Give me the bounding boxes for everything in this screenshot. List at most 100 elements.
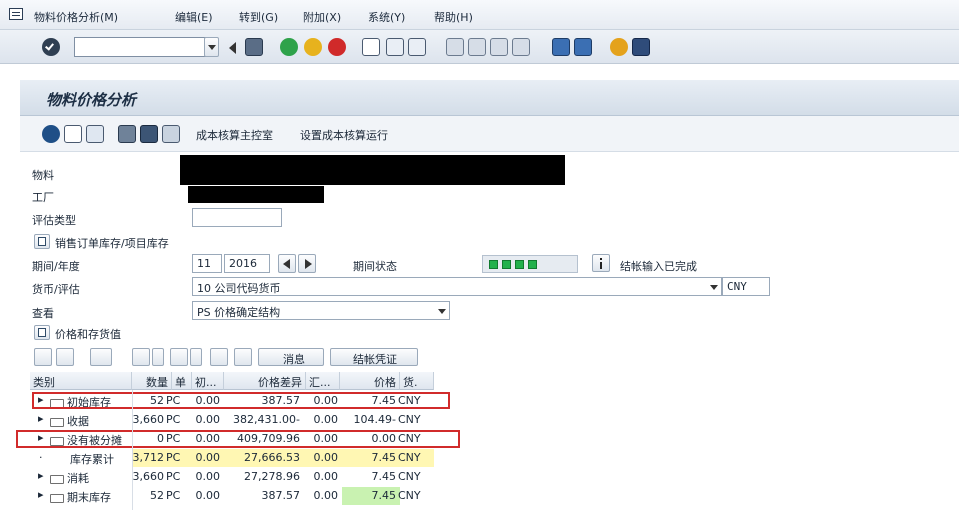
filter-up-icon[interactable] (56, 348, 74, 366)
table-icon[interactable] (140, 125, 158, 143)
grid-layout-icon[interactable] (170, 348, 188, 366)
costing-cockpit-link[interactable]: 成本核算主控室 (196, 127, 273, 143)
currency-dropdown-icon[interactable] (710, 285, 718, 290)
col-header-price-diff[interactable]: 价格差异 (224, 372, 306, 390)
price-inventory-label[interactable]: 价格和存货值 (55, 326, 121, 342)
view-field[interactable]: PS 价格确定结构 (192, 301, 450, 320)
menu-item-goto[interactable]: 转到(G) (239, 9, 278, 25)
save-icon[interactable] (245, 38, 263, 56)
row-init: 0.00 (195, 451, 221, 464)
previous-period-button[interactable] (278, 254, 296, 273)
set-costing-run-link[interactable]: 设置成本核算运行 (300, 127, 388, 143)
command-field[interactable] (74, 37, 206, 57)
back-icon[interactable] (280, 38, 298, 56)
check-icon[interactable] (42, 38, 60, 56)
highlight-box-opening-stock (32, 392, 450, 409)
col-header-category[interactable]: 类别 (30, 372, 132, 390)
row-price-diff: 382,431.00- (233, 413, 300, 426)
currency-field[interactable]: 10 公司代码货币 (192, 277, 722, 296)
menu-item-extras[interactable]: 附加(X) (303, 9, 341, 25)
row-qty: 3,660 (132, 470, 165, 483)
expand-icon[interactable]: ▸ (38, 488, 44, 501)
menu-item-edit[interactable]: 编辑(E) (175, 9, 213, 25)
print-icon[interactable] (362, 38, 380, 56)
table-row[interactable]: ▸ 消耗 3,660 PC 0.00 27,278.96 0.00 7.45 C… (30, 468, 450, 486)
display-icon[interactable] (42, 125, 60, 143)
grid-print-icon[interactable] (132, 348, 150, 366)
row-unit: PC (166, 413, 181, 426)
folder-row: 消耗 (50, 470, 89, 486)
highlight-box-not-allocated (16, 430, 460, 448)
row-unit: PC (166, 470, 181, 483)
price-inventory-toggle-icon[interactable] (34, 325, 50, 340)
standard-toolbar (0, 30, 959, 64)
col-header-exch[interactable]: 汇... (306, 372, 340, 390)
row-price-diff: 387.57 (261, 489, 301, 502)
next-page-icon[interactable] (490, 38, 508, 56)
col-header-init[interactable]: 初... (192, 372, 224, 390)
find-icon[interactable] (386, 38, 404, 56)
grid-export-icon[interactable] (152, 348, 164, 366)
hierarchy-icon[interactable] (86, 125, 104, 143)
sales-order-label[interactable]: 销售订单库存/项目库存 (55, 235, 169, 251)
audio-icon[interactable] (162, 125, 180, 143)
row-price: 104.49- (353, 413, 396, 426)
menu-item-system[interactable]: 系统(Y) (368, 9, 405, 25)
col-header-currency[interactable]: 货. (400, 372, 434, 390)
table-row[interactable]: ▸ 期末库存 52 PC 0.00 387.57 0.00 7.45 CNY (30, 487, 450, 505)
col-header-price[interactable]: 价格 (340, 372, 400, 390)
menu-bar: 物料价格分析(M) 编辑(E) 转到(G) 附加(X) 系统(Y) 帮助(H) (0, 0, 959, 30)
grid-vertical-separator (132, 390, 133, 510)
expand-icon[interactable]: ▸ (38, 412, 44, 425)
row-exch: 0.00 (313, 413, 339, 426)
grid-hierarchy-icon[interactable] (234, 348, 252, 366)
year-field[interactable]: 2016 (224, 254, 270, 273)
shortcut-icon[interactable] (574, 38, 592, 56)
application-toolbar: 成本核算主控室 设置成本核算运行 (20, 116, 959, 152)
info-button[interactable] (592, 254, 610, 272)
currency-code-field: CNY (722, 277, 770, 296)
exit-icon[interactable] (304, 38, 322, 56)
next-period-button[interactable] (298, 254, 316, 273)
table-row[interactable]: ▸ 收据 3,660 PC 0.00 382,431.00- 0.00 104.… (30, 411, 450, 429)
page-title: 物料价格分析 (46, 91, 137, 109)
overview-icon[interactable] (64, 125, 82, 143)
row-price-diff: 27,278.96 (244, 470, 300, 483)
window-menu-icon[interactable] (9, 8, 23, 20)
closing-voucher-button[interactable]: 结帐凭证 (330, 348, 418, 366)
view-dropdown-icon[interactable] (438, 309, 446, 314)
document-icon[interactable] (118, 125, 136, 143)
col-header-qty[interactable]: 数量 (132, 372, 172, 390)
material-value-redacted (180, 155, 565, 185)
col-header-unit[interactable]: 单 (172, 372, 192, 390)
sales-order-toggle-icon[interactable] (34, 234, 50, 249)
row-unit: PC (166, 489, 181, 502)
row-category: 期末库存 (67, 491, 111, 504)
row-price: 7.45 (371, 470, 397, 483)
layout-menu-icon[interactable] (632, 38, 650, 56)
menu-item-material-price-analysis[interactable]: 物料价格分析(M) (34, 9, 118, 25)
row-price-diff: 27,666.53 (244, 451, 300, 464)
menu-item-help[interactable]: 帮助(H) (434, 9, 473, 25)
row-bullet: · (39, 451, 43, 464)
row-price: 7.45 (371, 489, 397, 502)
help-icon[interactable] (610, 38, 628, 56)
filter-down-icon[interactable] (34, 348, 52, 366)
cancel-icon[interactable] (328, 38, 346, 56)
expand-icon[interactable]: ▸ (38, 469, 44, 482)
grid-layout-dropdown-icon[interactable] (190, 348, 202, 366)
first-page-icon[interactable] (446, 38, 464, 56)
previous-page-icon[interactable] (468, 38, 486, 56)
valuation-type-field[interactable] (192, 208, 282, 227)
last-page-icon[interactable] (512, 38, 530, 56)
messages-button[interactable]: 消息 (258, 348, 324, 366)
table-row[interactable]: · 库存累计 3,712 PC 0.00 27,666.53 0.00 7.45… (30, 449, 450, 467)
period-field[interactable]: 11 (192, 254, 222, 273)
command-dropdown-button[interactable] (204, 37, 219, 57)
grid-detail-icon[interactable] (210, 348, 228, 366)
back-arrow-icon[interactable] (229, 42, 236, 54)
row-qty: 52 (150, 489, 164, 502)
find-next-icon[interactable] (408, 38, 426, 56)
grid-find-icon[interactable] (90, 348, 112, 366)
new-session-icon[interactable] (552, 38, 570, 56)
